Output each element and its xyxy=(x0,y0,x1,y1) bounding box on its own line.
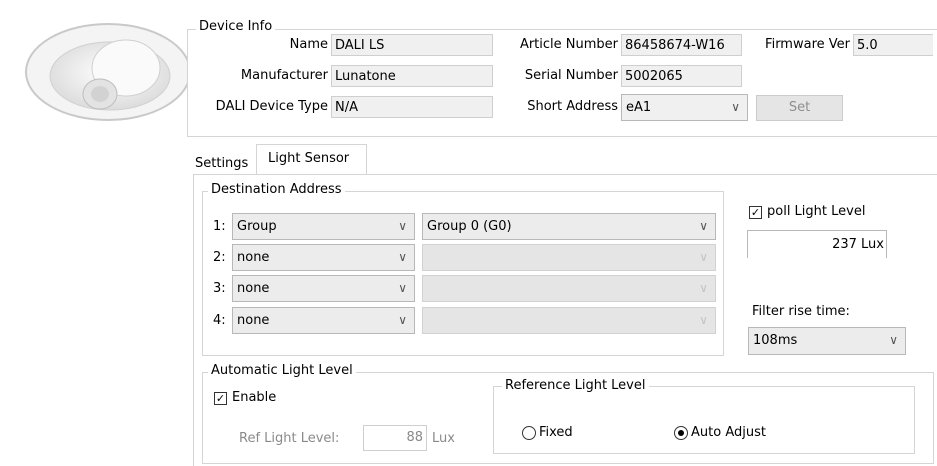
filter-rise-time-value: 108ms xyxy=(753,333,798,348)
radio-fixed-label: Fixed xyxy=(539,425,573,440)
article-field: 86458674-W16 xyxy=(621,34,742,56)
row-2-type-select[interactable]: none ∨ xyxy=(232,244,415,271)
row-4-number: 4: xyxy=(213,313,226,328)
device-type-label: DALI Device Type xyxy=(215,99,328,114)
set-button[interactable]: Set xyxy=(756,95,843,121)
row-3-number: 3: xyxy=(213,281,226,296)
chevron-down-icon: ∨ xyxy=(398,313,407,327)
chevron-down-icon: ∨ xyxy=(731,100,740,114)
device-image xyxy=(25,23,188,121)
filter-rise-time-select[interactable]: 108ms ∨ xyxy=(748,327,906,355)
enable-label: Enable xyxy=(232,390,277,405)
chevron-down-icon: ∨ xyxy=(699,250,708,264)
filter-rise-time-label: Filter rise time: xyxy=(752,304,850,319)
short-address-select[interactable]: eA1 ∨ xyxy=(621,94,748,121)
short-address-label: Short Address xyxy=(527,99,618,114)
chevron-down-icon: ∨ xyxy=(699,281,708,295)
row-3-target-select: ∨ xyxy=(422,275,716,302)
ref-light-level-input: 88 xyxy=(363,425,427,451)
name-label: Name xyxy=(289,37,328,52)
ref-light-level-label: Ref Light Level: xyxy=(239,431,340,446)
firmware-field: 5.0 xyxy=(853,34,933,56)
radio-fixed[interactable] xyxy=(522,426,536,440)
firmware-label: Firmware Ver xyxy=(765,37,850,52)
tab-settings-label: Settings xyxy=(195,156,249,171)
enable-checkbox[interactable]: ✓ xyxy=(214,392,227,405)
short-address-value: eA1 xyxy=(626,100,652,115)
device-info-title: Device Info xyxy=(196,19,276,35)
ref-light-level-value: 88 xyxy=(406,430,423,445)
ref-light-level-unit: Lux xyxy=(432,431,455,446)
row-3-type-select[interactable]: none ∨ xyxy=(232,275,415,302)
chevron-down-icon: ∨ xyxy=(398,219,407,233)
tab-light-sensor[interactable]: Light Sensor xyxy=(256,144,367,175)
row-4-type-select[interactable]: none ∨ xyxy=(232,307,415,334)
row-2-type-value: none xyxy=(237,250,270,265)
radio-auto-adjust[interactable] xyxy=(674,426,688,440)
chevron-down-icon: ∨ xyxy=(699,219,708,233)
reference-light-level-title: Reference Light Level xyxy=(502,378,649,394)
row-1-type-select[interactable]: Group ∨ xyxy=(232,213,415,240)
destination-title: Destination Address xyxy=(208,182,345,198)
serial-label: Serial Number xyxy=(524,68,618,83)
poll-light-level-label: poll Light Level xyxy=(767,204,866,219)
row-1-type-value: Group xyxy=(237,219,277,234)
manufacturer-label: Manufacturer xyxy=(240,68,328,83)
device-type-field: N/A xyxy=(331,96,493,118)
row-4-target-select: ∨ xyxy=(422,307,716,334)
light-level-readout: 237 Lux xyxy=(747,230,887,258)
row-4-type-value: none xyxy=(237,313,270,328)
row-1-number: 1: xyxy=(213,219,226,234)
chevron-down-icon: ∨ xyxy=(889,333,898,347)
tab-light-sensor-label: Light Sensor xyxy=(268,151,350,166)
poll-light-level-checkbox[interactable]: ✓ xyxy=(749,206,762,219)
row-2-target-select: ∨ xyxy=(422,244,716,271)
chevron-down-icon: ∨ xyxy=(398,250,407,264)
row-1-target-value: Group 0 (G0) xyxy=(427,219,512,234)
manufacturer-field: Lunatone xyxy=(331,65,493,87)
row-2-number: 2: xyxy=(213,250,226,265)
row-1-target-select[interactable]: Group 0 (G0) ∨ xyxy=(422,213,716,240)
chevron-down-icon: ∨ xyxy=(699,313,708,327)
radio-auto-adjust-label: Auto Adjust xyxy=(691,425,766,440)
chevron-down-icon: ∨ xyxy=(398,281,407,295)
name-field: DALI LS xyxy=(331,34,493,56)
light-level-value: 237 Lux xyxy=(832,237,884,252)
tab-settings[interactable]: Settings xyxy=(193,152,254,175)
reference-light-level-group xyxy=(493,386,915,454)
radio-selected-dot xyxy=(678,430,684,436)
article-label: Article Number xyxy=(519,37,618,52)
row-3-type-value: none xyxy=(237,281,270,296)
serial-field: 5002065 xyxy=(621,65,742,87)
automatic-light-level-title: Automatic Light Level xyxy=(208,363,356,379)
